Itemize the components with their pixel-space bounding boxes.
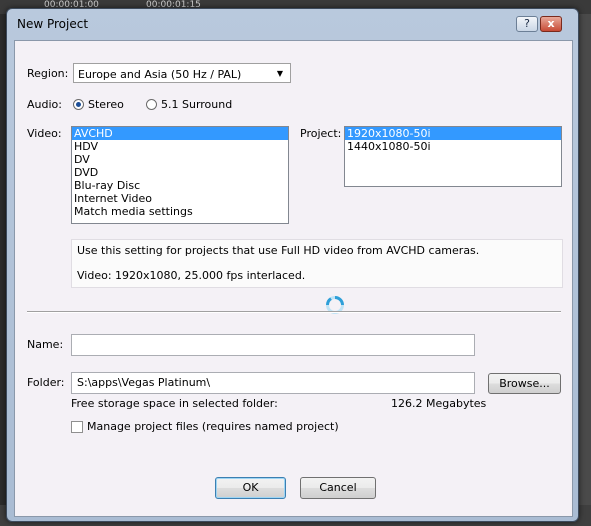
chevron-down-icon: ▼ [276,69,284,78]
name-input[interactable] [71,334,475,356]
surround-radio[interactable] [146,99,157,110]
region-value: Europe and Asia (50 Hz / PAL) [78,68,242,81]
list-item[interactable]: 1440x1080-50i [345,140,561,153]
dialog-content: Region: Europe and Asia (50 Hz / PAL) ▼ … [14,40,573,517]
list-item[interactable]: HDV [72,140,288,153]
video-list[interactable]: AVCHD HDV DV DVD Blu-ray Disc Internet V… [71,126,289,224]
project-label: Project: [300,127,342,140]
list-item[interactable]: 1920x1080-50i [345,127,561,140]
region-dropdown[interactable]: Europe and Asia (50 Hz / PAL) ▼ [73,63,291,83]
list-item[interactable]: AVCHD [72,127,288,140]
cancel-button[interactable]: Cancel [300,477,376,499]
list-item[interactable]: DV [72,153,288,166]
list-item[interactable]: DVD [72,166,288,179]
video-label: Video: [27,127,62,140]
project-list[interactable]: 1920x1080-50i 1440x1080-50i [344,126,562,187]
list-item[interactable]: Internet Video [72,192,288,205]
stereo-radio[interactable] [73,99,84,110]
audio-label: Audio: [27,98,62,111]
radio-dot [76,102,81,107]
help-button[interactable]: ? [516,16,538,32]
manage-files-label[interactable]: Manage project files (requires named pro… [87,420,339,433]
region-label: Region: [27,67,69,80]
browse-button[interactable]: Browse... [488,373,561,394]
description-panel: Use this setting for projects that use F… [71,239,563,288]
name-label: Name: [27,338,64,351]
close-icon: x [547,17,555,30]
free-space-value: 126.2 Megabytes [391,397,487,410]
video-details-text: Video: 1920x1080, 25.000 fps interlaced. [77,269,306,282]
section-divider [27,311,561,313]
list-item[interactable]: Match media settings [72,205,288,218]
close-button[interactable]: x [540,16,562,32]
free-space-label: Free storage space in selected folder: [71,397,278,410]
surround-label[interactable]: 5.1 Surround [161,98,232,111]
new-project-dialog: New Project ? x Region: Europe and Asia … [6,8,579,522]
description-text: Use this setting for projects that use F… [77,244,480,257]
ok-button[interactable]: OK [215,477,286,499]
folder-label: Folder: [27,376,65,389]
dialog-title: New Project [17,17,89,31]
manage-files-checkbox[interactable] [71,421,83,433]
stereo-label[interactable]: Stereo [88,98,124,111]
dialog-titlebar[interactable]: New Project ? x [7,9,578,37]
list-item[interactable]: Blu-ray Disc [72,179,288,192]
folder-input[interactable]: S:\apps\Vegas Platinum\ [71,372,475,394]
background-panel [577,14,591,526]
